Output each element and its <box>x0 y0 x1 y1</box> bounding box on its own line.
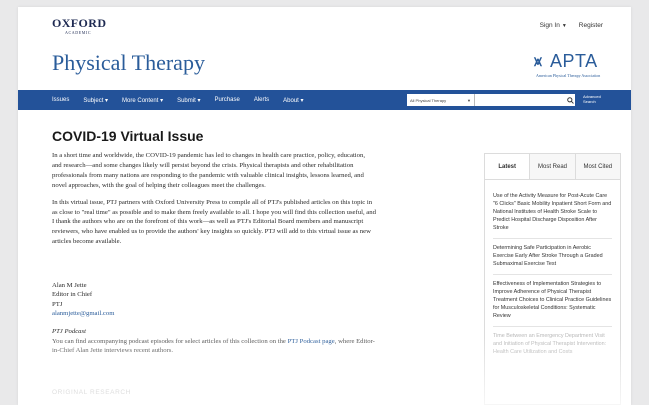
chevron-down-icon: ▾ <box>160 97 164 104</box>
podcast-text-before: You can find accompanying podcast episod… <box>52 337 288 345</box>
apta-emblem-icon: ⩙ <box>534 53 542 69</box>
nav-item-subject[interactable]: Subject ▾ <box>83 97 108 104</box>
podcast-text: You can find accompanying podcast episod… <box>52 337 382 356</box>
editor-role: Editor in Chief <box>52 291 93 299</box>
nav-item-submit-label: Submit <box>177 97 196 104</box>
advanced-search-link[interactable]: Advanced Search <box>583 94 601 104</box>
tab-latest[interactable]: Latest <box>485 154 530 179</box>
journal-header: Physical Therapy ⩙ APTA American Physica… <box>18 47 631 90</box>
nav-item-about[interactable]: About ▾ <box>283 97 303 104</box>
nav-item-subject-label: Subject <box>83 97 104 104</box>
chevron-down-icon: ▾ <box>300 97 304 104</box>
tab-most-read[interactable]: Most Read <box>529 154 575 179</box>
oxford-logo-word: OXFORD <box>52 16 107 30</box>
nav-items: Issues Subject ▾ More Content ▾ Submit ▾… <box>52 90 304 110</box>
nav-item-more-content[interactable]: More Content ▾ <box>122 97 163 104</box>
nav-item-issues[interactable]: Issues <box>52 97 69 103</box>
sign-in-link[interactable]: Sign In ▼ <box>540 22 567 29</box>
register-link[interactable]: Register <box>579 22 603 29</box>
oxford-logo-sub: ACADEMIC <box>65 30 92 35</box>
list-item[interactable]: Determining Safe Participation in Aerobi… <box>493 239 612 275</box>
chevron-down-icon: ▼ <box>561 23 567 29</box>
list-item[interactable]: Effectiveness of Implementation Strategi… <box>493 275 612 327</box>
sidebar-tabs: Latest Most Read Most Cited <box>485 154 620 180</box>
page-title: COVID-19 Virtual Issue <box>52 128 204 144</box>
editor-journal: PTJ <box>52 300 63 308</box>
page-card: OXFORD ACADEMIC Sign In ▼ Register Physic… <box>18 7 631 405</box>
articles-sidebar: Latest Most Read Most Cited Use of the A… <box>484 153 621 405</box>
virtual-issue-paragraph: In this virtual issue, PTJ partners with… <box>52 198 376 246</box>
chevron-down-icon: ▾ <box>105 97 109 104</box>
article-body: In a short time and worldwide, the COVID… <box>52 151 376 254</box>
search-scope-select[interactable]: All Physical Therapy ▼ <box>407 94 475 106</box>
search-input[interactable] <box>475 94 565 106</box>
apta-tagline: American Physical Therapy Association <box>536 73 601 78</box>
nav-item-about-label: About <box>283 97 299 104</box>
nav-item-submit[interactable]: Submit ▾ <box>177 97 200 104</box>
oxford-academic-logo[interactable]: OXFORD ACADEMIC <box>52 17 106 35</box>
apta-logo[interactable]: ⩙ APTA American Physical Therapy Associa… <box>534 51 614 81</box>
podcast-page-link[interactable]: PTJ Podcast page <box>288 338 335 345</box>
section-heading: ORIGINAL RESEARCH <box>52 389 131 396</box>
journal-title[interactable]: Physical Therapy <box>52 50 205 76</box>
podcast-section: PTJ Podcast You can find accompanying po… <box>52 327 382 356</box>
advanced-search-line2: Search <box>583 99 596 104</box>
main-nav: Issues Subject ▾ More Content ▾ Submit ▾… <box>18 90 631 110</box>
search-scope-value: All Physical Therapy <box>410 97 447 103</box>
tab-most-cited[interactable]: Most Cited <box>574 154 620 179</box>
apta-logo-text: APTA <box>550 51 598 71</box>
account-links: Sign In ▼ Register <box>540 22 603 29</box>
chevron-down-icon: ▾ <box>197 97 201 104</box>
list-item[interactable]: Time Between an Emergency Department Vis… <box>493 327 612 362</box>
search-icon[interactable] <box>565 94 575 106</box>
nav-item-purchase[interactable]: Purchase <box>214 97 239 103</box>
search-bar: All Physical Therapy ▼ <box>407 94 575 106</box>
nav-item-more-content-label: More Content <box>122 97 159 104</box>
editor-email-link[interactable]: alanmjette@gmail.com <box>52 310 114 317</box>
intro-paragraph: In a short time and worldwide, the COVID… <box>52 152 366 189</box>
list-item[interactable]: Use of the Activity Measure for Post-Acu… <box>493 187 612 239</box>
sidebar-article-list: Use of the Activity Measure for Post-Acu… <box>485 180 620 362</box>
top-bar: OXFORD ACADEMIC Sign In ▼ Register <box>18 7 631 47</box>
editor-name: Alan M Jette <box>52 282 87 289</box>
chevron-down-icon: ▼ <box>467 97 471 103</box>
nav-item-alerts[interactable]: Alerts <box>254 97 269 103</box>
editor-signature: Alan M Jette Editor in Chief PTJ alanmje… <box>52 281 114 318</box>
podcast-heading: PTJ Podcast <box>52 328 86 335</box>
sign-in-label: Sign In <box>539 22 560 29</box>
